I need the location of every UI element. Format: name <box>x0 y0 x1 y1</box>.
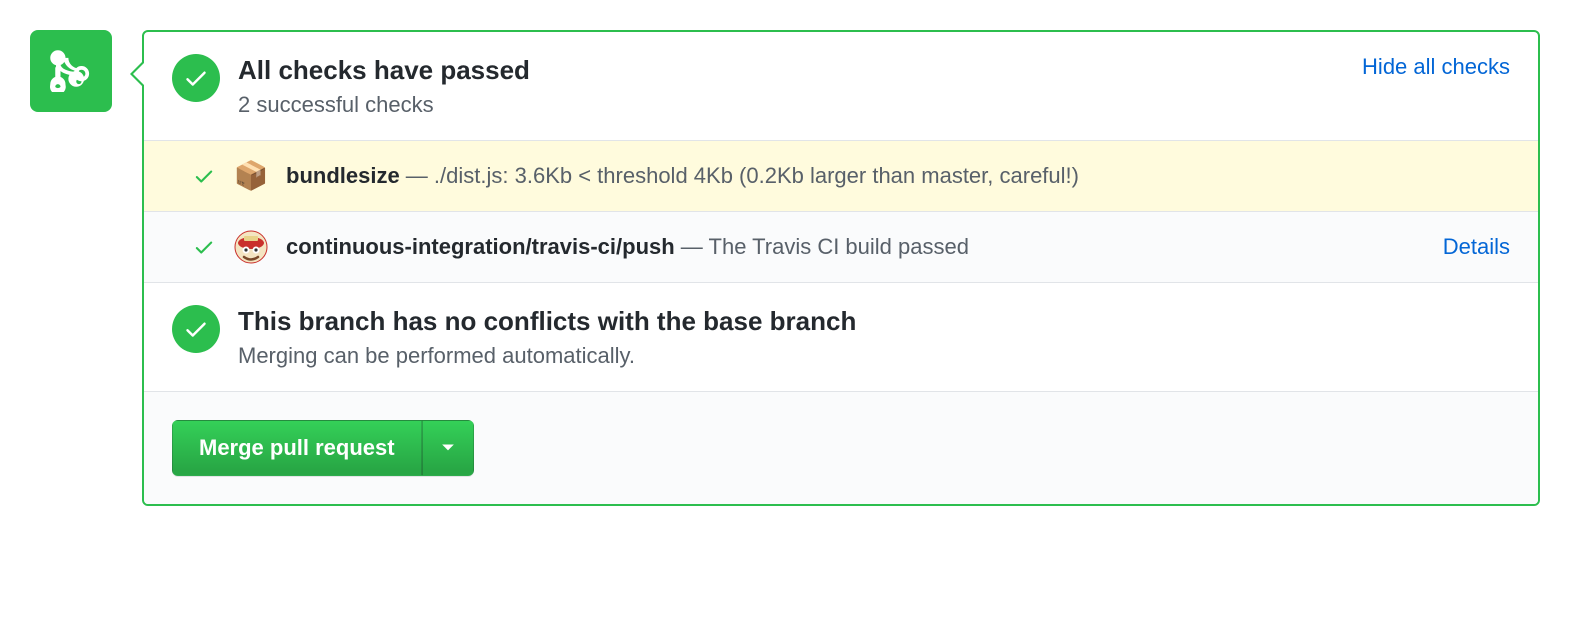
checkmark-icon <box>183 316 209 342</box>
check-text: continuous-integration/travis-ci/push — … <box>286 234 1425 260</box>
hide-checks-link[interactable]: Hide all checks <box>1362 54 1510 80</box>
checkmark-icon <box>193 165 215 187</box>
git-merge-icon <box>50 50 92 92</box>
check-desc: The Travis CI build passed <box>709 234 969 259</box>
conflict-check-icon <box>172 305 220 353</box>
conflict-subtitle: Merging can be performed automatically. <box>238 343 1510 369</box>
status-title: All checks have passed <box>238 54 1332 88</box>
check-pass-icon <box>192 165 216 187</box>
check-text: bundlesize — ./dist.js: 3.6Kb < threshol… <box>286 163 1510 189</box>
check-desc: ./dist.js: 3.6Kb < threshold 4Kb (0.2Kb … <box>434 163 1079 188</box>
merge-panel: All checks have passed 2 successful chec… <box>142 30 1540 506</box>
caret-down-icon <box>441 443 455 453</box>
check-pass-icon <box>192 236 216 258</box>
travis-icon <box>234 230 268 264</box>
merge-dropdown-button[interactable] <box>422 420 474 476</box>
conflict-title: This branch has no conflicts with the ba… <box>238 305 1510 339</box>
checkmark-icon <box>183 65 209 91</box>
check-row[interactable]: 📦 bundlesize — ./dist.js: 3.6Kb < thresh… <box>144 140 1538 211</box>
check-row[interactable]: continuous-integration/travis-ci/push — … <box>144 211 1538 282</box>
package-icon: 📦 <box>234 159 268 193</box>
status-subtitle: 2 successful checks <box>238 92 1332 118</box>
check-name: bundlesize <box>286 163 400 188</box>
check-name: continuous-integration/travis-ci/push <box>286 234 675 259</box>
details-link[interactable]: Details <box>1443 234 1510 260</box>
checkmark-icon <box>193 236 215 258</box>
merge-pull-request-button[interactable]: Merge pull request <box>172 420 422 476</box>
merge-action-area: Merge pull request <box>144 391 1538 504</box>
status-check-icon <box>172 54 220 102</box>
merge-badge <box>30 30 112 112</box>
